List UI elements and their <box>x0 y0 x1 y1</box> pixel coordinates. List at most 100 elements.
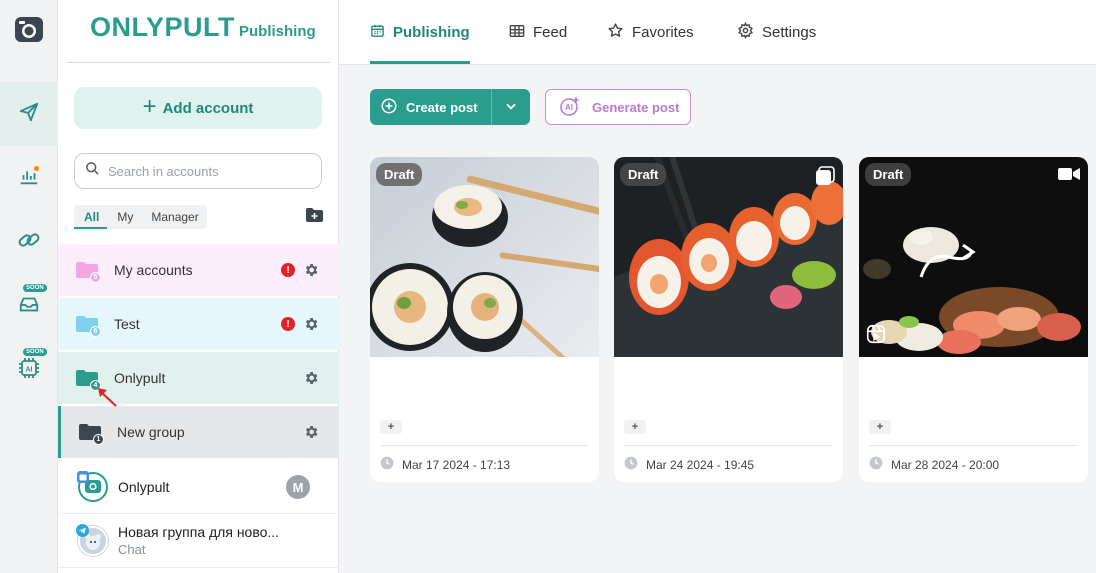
notification-dot <box>34 166 39 171</box>
create-post-dropdown[interactable] <box>492 99 530 116</box>
tab-settings[interactable]: Settings <box>737 0 816 65</box>
draft-badge: Draft <box>376 163 423 186</box>
group-settings-gear-icon[interactable] <box>303 262 319 278</box>
chevron-down-icon <box>504 99 518 116</box>
filter-tab-my[interactable]: My <box>107 205 141 229</box>
folder-icon: 6 <box>76 315 101 337</box>
grid-icon <box>509 23 525 43</box>
ai-sparkle-icon: AI <box>558 94 582 121</box>
tab-label: Feed <box>533 24 568 41</box>
group-label: New group <box>117 424 185 440</box>
clock-icon <box>624 456 638 473</box>
avatar <box>76 523 108 556</box>
filter-tab-manager[interactable]: Manager <box>141 205 206 229</box>
link-icon <box>17 228 41 257</box>
star-icon <box>607 22 624 43</box>
add-account-button[interactable]: + Add account <box>74 87 322 129</box>
divider <box>869 445 1078 446</box>
post-date: Mar 17 2024 - 17:13 <box>402 457 511 472</box>
gear-icon <box>737 21 754 43</box>
add-folder-icon[interactable] <box>306 208 323 227</box>
rail-links[interactable] <box>0 210 58 274</box>
draft-badge: Draft <box>620 163 667 186</box>
draft-badge: Draft <box>865 163 912 186</box>
add-account-label: Add account <box>162 99 254 117</box>
plus-icon: + <box>142 93 157 120</box>
avatar <box>77 470 108 502</box>
tab-label: Publishing <box>393 24 470 41</box>
brand-subtitle: Publishing <box>239 23 316 40</box>
gallery-icon <box>815 166 835 191</box>
search-input[interactable] <box>108 163 298 179</box>
icon-rail: SOON AI SOON <box>0 0 58 573</box>
generate-post-label: Generate post <box>592 99 680 115</box>
folder-icon: 5 <box>76 261 101 283</box>
reels-icon <box>865 323 887 350</box>
rail-inbox[interactable]: SOON <box>0 274 58 338</box>
tab-label: Favorites <box>632 24 694 41</box>
account-name: Новая группа для ново... <box>118 524 280 540</box>
video-icon <box>1058 166 1080 187</box>
search-icon <box>85 161 100 181</box>
account-search <box>74 153 322 189</box>
alert-icon: ! <box>281 317 295 331</box>
clock-icon <box>869 456 883 473</box>
group-row-my-accounts[interactable]: 5 My accounts ! <box>58 244 339 296</box>
account-type: Chat <box>118 542 146 557</box>
generate-post-button[interactable]: AI Generate post <box>545 89 691 125</box>
rail-analytics[interactable] <box>0 146 58 210</box>
rail-ai[interactable]: AI SOON <box>0 338 58 402</box>
calendar-icon <box>370 23 385 42</box>
create-post-label: Create post <box>406 99 478 115</box>
rail-publishing[interactable] <box>0 82 58 146</box>
brand-name: ONLYPULT <box>90 12 236 42</box>
inbox-icon <box>18 293 40 320</box>
post-card[interactable]: Draft + Mar 24 2024 - 19:45 <box>614 157 843 482</box>
post-image-sushi-platter: Draft <box>859 157 1088 357</box>
add-tag-button[interactable]: + <box>380 420 402 434</box>
tab-feed[interactable]: Feed <box>509 0 567 65</box>
group-count: 5 <box>90 272 101 283</box>
clock-icon <box>380 456 394 473</box>
post-date: Mar 28 2024 - 20:00 <box>891 457 1000 472</box>
post-schedule: Mar 17 2024 - 17:13 <box>380 456 510 473</box>
brand-logo: ONLYPULT Publishing <box>90 12 316 43</box>
annotation-arrow-icon <box>98 388 117 407</box>
active-tab-indicator <box>370 61 470 64</box>
manager-badge: M <box>286 475 310 499</box>
divider <box>66 62 330 63</box>
post-schedule: Mar 28 2024 - 20:00 <box>869 456 999 473</box>
filter-tabs: All My Manager <box>74 205 207 229</box>
create-post-button[interactable]: Create post <box>370 89 492 125</box>
svg-text:AI: AI <box>26 366 33 373</box>
tab-publishing[interactable]: Publishing <box>370 0 470 65</box>
group-row-new-group[interactable]: 1 New group <box>58 406 339 458</box>
add-tag-button[interactable]: + <box>624 420 646 434</box>
group-label: My accounts <box>114 262 193 278</box>
svg-text:AI: AI <box>565 103 573 112</box>
group-count: 1 <box>93 434 104 445</box>
divider <box>624 445 833 446</box>
camera-logo-icon[interactable] <box>0 0 58 58</box>
post-schedule: Mar 24 2024 - 19:45 <box>624 456 754 473</box>
group-row-test[interactable]: 6 Test ! <box>58 298 339 350</box>
account-row-onlypult[interactable]: Onlypult M <box>58 460 339 514</box>
post-image-salmon-rolls: Draft <box>614 157 843 357</box>
group-count: 6 <box>90 326 101 337</box>
tab-favorites[interactable]: Favorites <box>607 0 694 65</box>
alert-icon: ! <box>281 263 295 277</box>
post-card[interactable]: Draft + Mar 17 2024 - 17:13 <box>370 157 599 482</box>
create-post-split-button: Create post <box>370 89 530 125</box>
post-date: Mar 24 2024 - 19:45 <box>646 457 755 472</box>
post-card[interactable]: Draft + Mar 28 2024 - 20:00 <box>859 157 1088 482</box>
filter-tab-all[interactable]: All <box>74 205 108 229</box>
calendar-icon <box>77 470 89 483</box>
group-settings-gear-icon[interactable] <box>303 370 319 386</box>
account-row-telegram-group[interactable]: Новая группа для ново... Chat <box>58 514 339 568</box>
folder-icon: 1 <box>79 423 104 445</box>
add-tag-button[interactable]: + <box>869 420 891 434</box>
soon-badge: SOON <box>23 284 47 292</box>
account-name: Onlypult <box>118 478 170 495</box>
group-settings-gear-icon[interactable] <box>303 316 319 332</box>
group-settings-gear-icon[interactable] <box>303 424 319 440</box>
